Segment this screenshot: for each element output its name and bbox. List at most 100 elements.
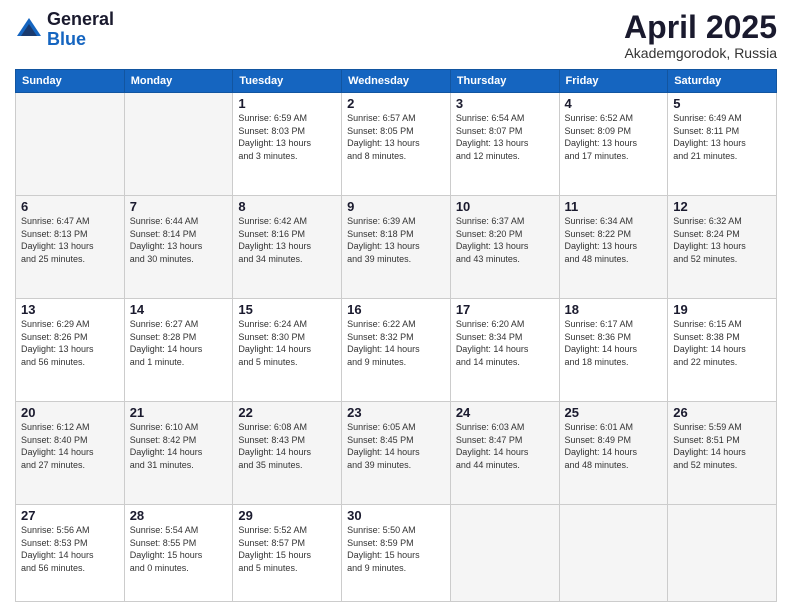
day-number: 6 [21,199,119,214]
day-number: 10 [456,199,554,214]
day-number: 30 [347,508,445,523]
table-row: 29Sunrise: 5:52 AM Sunset: 8:57 PM Dayli… [233,505,342,602]
calendar-header-row: Sunday Monday Tuesday Wednesday Thursday… [16,70,777,93]
day-number: 9 [347,199,445,214]
day-number: 17 [456,302,554,317]
day-info: Sunrise: 6:08 AM Sunset: 8:43 PM Dayligh… [238,421,336,471]
day-number: 12 [673,199,771,214]
table-row [668,505,777,602]
day-info: Sunrise: 6:47 AM Sunset: 8:13 PM Dayligh… [21,215,119,265]
table-row: 2Sunrise: 6:57 AM Sunset: 8:05 PM Daylig… [342,93,451,196]
logo-general: General [47,10,114,30]
day-number: 25 [565,405,663,420]
col-friday: Friday [559,70,668,93]
table-row: 8Sunrise: 6:42 AM Sunset: 8:16 PM Daylig… [233,196,342,299]
day-info: Sunrise: 6:52 AM Sunset: 8:09 PM Dayligh… [565,112,663,162]
table-row: 9Sunrise: 6:39 AM Sunset: 8:18 PM Daylig… [342,196,451,299]
table-row: 18Sunrise: 6:17 AM Sunset: 8:36 PM Dayli… [559,299,668,402]
col-tuesday: Tuesday [233,70,342,93]
header: General Blue April 2025 Akademgorodok, R… [15,10,777,61]
day-info: Sunrise: 6:12 AM Sunset: 8:40 PM Dayligh… [21,421,119,471]
day-number: 21 [130,405,228,420]
calendar-week-row: 1Sunrise: 6:59 AM Sunset: 8:03 PM Daylig… [16,93,777,196]
col-monday: Monday [124,70,233,93]
table-row: 19Sunrise: 6:15 AM Sunset: 8:38 PM Dayli… [668,299,777,402]
logo-text: General Blue [47,10,114,50]
table-row [559,505,668,602]
table-row: 21Sunrise: 6:10 AM Sunset: 8:42 PM Dayli… [124,402,233,505]
day-number: 29 [238,508,336,523]
table-row: 11Sunrise: 6:34 AM Sunset: 8:22 PM Dayli… [559,196,668,299]
table-row: 22Sunrise: 6:08 AM Sunset: 8:43 PM Dayli… [233,402,342,505]
table-row: 26Sunrise: 5:59 AM Sunset: 8:51 PM Dayli… [668,402,777,505]
col-wednesday: Wednesday [342,70,451,93]
day-number: 23 [347,405,445,420]
day-info: Sunrise: 6:54 AM Sunset: 8:07 PM Dayligh… [456,112,554,162]
day-info: Sunrise: 6:24 AM Sunset: 8:30 PM Dayligh… [238,318,336,368]
table-row: 25Sunrise: 6:01 AM Sunset: 8:49 PM Dayli… [559,402,668,505]
table-row: 30Sunrise: 5:50 AM Sunset: 8:59 PM Dayli… [342,505,451,602]
table-row: 6Sunrise: 6:47 AM Sunset: 8:13 PM Daylig… [16,196,125,299]
day-number: 19 [673,302,771,317]
table-row [124,93,233,196]
table-row: 7Sunrise: 6:44 AM Sunset: 8:14 PM Daylig… [124,196,233,299]
day-info: Sunrise: 6:59 AM Sunset: 8:03 PM Dayligh… [238,112,336,162]
table-row: 23Sunrise: 6:05 AM Sunset: 8:45 PM Dayli… [342,402,451,505]
day-info: Sunrise: 6:20 AM Sunset: 8:34 PM Dayligh… [456,318,554,368]
day-number: 3 [456,96,554,111]
calendar-table: Sunday Monday Tuesday Wednesday Thursday… [15,69,777,602]
day-info: Sunrise: 5:50 AM Sunset: 8:59 PM Dayligh… [347,524,445,574]
title-month: April 2025 [624,10,777,45]
day-number: 22 [238,405,336,420]
table-row: 14Sunrise: 6:27 AM Sunset: 8:28 PM Dayli… [124,299,233,402]
day-number: 15 [238,302,336,317]
day-number: 7 [130,199,228,214]
day-number: 16 [347,302,445,317]
logo-icon [15,16,43,44]
day-number: 14 [130,302,228,317]
day-info: Sunrise: 5:54 AM Sunset: 8:55 PM Dayligh… [130,524,228,574]
day-info: Sunrise: 6:37 AM Sunset: 8:20 PM Dayligh… [456,215,554,265]
title-block: April 2025 Akademgorodok, Russia [624,10,777,61]
table-row: 12Sunrise: 6:32 AM Sunset: 8:24 PM Dayli… [668,196,777,299]
table-row: 3Sunrise: 6:54 AM Sunset: 8:07 PM Daylig… [450,93,559,196]
day-info: Sunrise: 6:44 AM Sunset: 8:14 PM Dayligh… [130,215,228,265]
day-info: Sunrise: 6:27 AM Sunset: 8:28 PM Dayligh… [130,318,228,368]
logo-blue: Blue [47,30,114,50]
day-info: Sunrise: 6:34 AM Sunset: 8:22 PM Dayligh… [565,215,663,265]
table-row: 20Sunrise: 6:12 AM Sunset: 8:40 PM Dayli… [16,402,125,505]
calendar-week-row: 13Sunrise: 6:29 AM Sunset: 8:26 PM Dayli… [16,299,777,402]
table-row: 24Sunrise: 6:03 AM Sunset: 8:47 PM Dayli… [450,402,559,505]
day-info: Sunrise: 6:22 AM Sunset: 8:32 PM Dayligh… [347,318,445,368]
page: General Blue April 2025 Akademgorodok, R… [0,0,792,612]
day-info: Sunrise: 6:17 AM Sunset: 8:36 PM Dayligh… [565,318,663,368]
day-info: Sunrise: 6:49 AM Sunset: 8:11 PM Dayligh… [673,112,771,162]
day-info: Sunrise: 5:59 AM Sunset: 8:51 PM Dayligh… [673,421,771,471]
table-row: 15Sunrise: 6:24 AM Sunset: 8:30 PM Dayli… [233,299,342,402]
calendar-week-row: 20Sunrise: 6:12 AM Sunset: 8:40 PM Dayli… [16,402,777,505]
table-row: 10Sunrise: 6:37 AM Sunset: 8:20 PM Dayli… [450,196,559,299]
table-row: 17Sunrise: 6:20 AM Sunset: 8:34 PM Dayli… [450,299,559,402]
table-row: 4Sunrise: 6:52 AM Sunset: 8:09 PM Daylig… [559,93,668,196]
logo: General Blue [15,10,114,50]
calendar-week-row: 6Sunrise: 6:47 AM Sunset: 8:13 PM Daylig… [16,196,777,299]
table-row: 28Sunrise: 5:54 AM Sunset: 8:55 PM Dayli… [124,505,233,602]
day-info: Sunrise: 6:01 AM Sunset: 8:49 PM Dayligh… [565,421,663,471]
day-info: Sunrise: 6:57 AM Sunset: 8:05 PM Dayligh… [347,112,445,162]
col-saturday: Saturday [668,70,777,93]
day-number: 26 [673,405,771,420]
day-info: Sunrise: 6:42 AM Sunset: 8:16 PM Dayligh… [238,215,336,265]
day-number: 8 [238,199,336,214]
table-row: 1Sunrise: 6:59 AM Sunset: 8:03 PM Daylig… [233,93,342,196]
day-info: Sunrise: 6:03 AM Sunset: 8:47 PM Dayligh… [456,421,554,471]
table-row: 16Sunrise: 6:22 AM Sunset: 8:32 PM Dayli… [342,299,451,402]
day-info: Sunrise: 6:10 AM Sunset: 8:42 PM Dayligh… [130,421,228,471]
day-number: 1 [238,96,336,111]
col-thursday: Thursday [450,70,559,93]
day-number: 11 [565,199,663,214]
day-number: 2 [347,96,445,111]
day-info: Sunrise: 5:52 AM Sunset: 8:57 PM Dayligh… [238,524,336,574]
day-number: 13 [21,302,119,317]
day-number: 5 [673,96,771,111]
table-row: 13Sunrise: 6:29 AM Sunset: 8:26 PM Dayli… [16,299,125,402]
